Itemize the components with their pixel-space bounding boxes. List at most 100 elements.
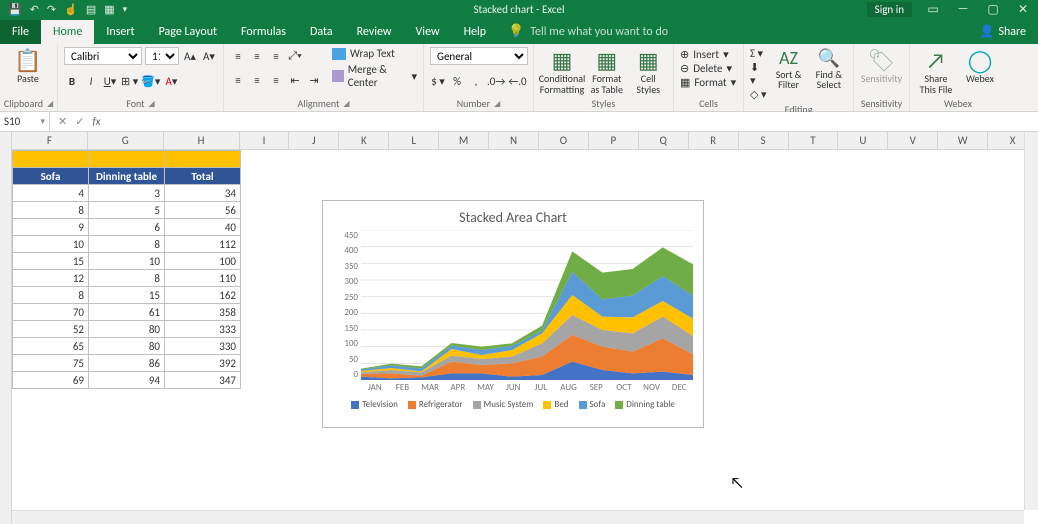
dialog-launcher-icon[interactable]: ◢ [47,99,53,109]
tab-view[interactable]: View [404,20,452,44]
col-header[interactable]: N [489,132,539,150]
tab-data[interactable]: Data [298,20,345,44]
font-family-select[interactable]: Calibri [64,47,142,65]
number-format-select[interactable]: General [430,47,528,65]
col-header[interactable]: T [789,132,839,150]
col-header[interactable]: I [240,132,290,150]
qat-more-icon[interactable]: ▾ [123,4,128,15]
undo-icon[interactable]: ↶ [30,3,39,16]
qat-icon[interactable]: ▦ [104,3,114,16]
dialog-launcher-icon[interactable]: ◢ [494,99,500,109]
data-table: SofaDinning tableTotal433485569640108112… [12,150,241,389]
indent-inc-icon[interactable]: ⇥ [306,71,322,89]
format-button[interactable]: ▦Format ▾ [680,76,736,89]
col-header[interactable]: U [838,132,888,150]
col-header[interactable]: M [439,132,489,150]
col-header[interactable]: G [88,132,164,150]
find-select-button[interactable]: 🔍Find & Select [811,47,847,91]
shrink-font-icon[interactable]: A▾ [201,47,217,65]
font-size-select[interactable]: 11 [145,47,179,65]
col-header[interactable]: O [539,132,589,150]
tell-me-search[interactable]: 💡 Tell me what you want to do [498,19,678,44]
indent-dec-icon[interactable]: ⇤ [287,71,303,89]
tab-page-layout[interactable]: Page Layout [147,20,229,44]
merge-icon [332,70,344,82]
col-header[interactable]: V [888,132,938,150]
cell-styles-button[interactable]: ▦Cell Styles [630,47,668,95]
col-header[interactable]: S [739,132,789,150]
maximize-icon[interactable]: ▢ [978,2,1008,17]
inc-decimal-icon[interactable]: .0→ [487,72,505,90]
col-header[interactable]: K [339,132,389,150]
dialog-launcher-icon[interactable]: ◢ [343,99,349,109]
col-header[interactable]: P [589,132,639,150]
formula-input[interactable] [109,112,1038,131]
save-icon[interactable]: 💾 [8,3,22,16]
font-color-icon[interactable]: A▾ [163,72,179,90]
currency-icon[interactable]: $ ▾ [430,72,446,90]
close-icon[interactable]: ✕ [1008,2,1038,17]
chart-plot-area: 450400350300250200150100500 [333,230,693,380]
format-as-table-button[interactable]: ▦Format as Table [588,47,626,95]
dec-decimal-icon[interactable]: ←.0 [508,72,526,90]
cancel-formula-icon[interactable]: ✕ [58,115,67,128]
ribbon-display-icon[interactable]: ▭ [918,2,948,17]
align-bottom-icon[interactable]: ≡ [268,47,284,65]
italic-icon[interactable]: I [83,72,99,90]
align-left-icon[interactable]: ≡ [230,71,246,89]
wrap-text-button[interactable]: Wrap Text [332,47,417,60]
tab-help[interactable]: Help [452,20,499,44]
merge-center-button[interactable]: Merge & Center ▾ [332,63,417,89]
col-header[interactable]: R [689,132,739,150]
name-box[interactable]: S10 ▾ [0,112,50,131]
column-headers[interactable]: FGHIJKLMNOPQRSTUVWX [12,132,1038,150]
conditional-formatting-button[interactable]: ▦Conditional Formatting [540,47,584,95]
tab-insert[interactable]: Insert [94,20,146,44]
sign-in-button[interactable]: Sign in [867,2,912,17]
minimize-icon[interactable]: — [948,2,978,16]
insert-button[interactable]: ⊕Insert ▾ [680,48,729,61]
fill-color-icon[interactable]: 🪣▾ [141,72,160,90]
tab-home[interactable]: Home [41,20,94,44]
col-header[interactable]: L [389,132,439,150]
horizontal-scrollbar[interactable] [12,510,1024,524]
grow-font-icon[interactable]: A▴ [182,47,198,65]
col-header[interactable]: Q [639,132,689,150]
redo-icon[interactable]: ↷ [47,3,56,16]
row-headers[interactable] [0,132,12,524]
qat-icon[interactable]: ▤ [86,3,96,16]
tab-formulas[interactable]: Formulas [229,20,298,44]
align-right-icon[interactable]: ≡ [268,71,284,89]
share-button[interactable]: 👤 Share [973,19,1032,44]
col-header[interactable]: J [289,132,339,150]
dialog-launcher-icon[interactable]: ◢ [149,99,155,109]
align-center-icon[interactable]: ≡ [249,71,265,89]
fx-icon[interactable]: fx [92,115,100,128]
group-webex: ↗Share This File ◯Webex Webex [910,44,1006,111]
col-header[interactable]: W [938,132,988,150]
tab-review[interactable]: Review [345,20,404,44]
col-header[interactable]: F [12,132,88,150]
autosum-icon[interactable]: Σ ▾ [750,47,766,60]
paste-button[interactable]: 📋Paste [6,47,50,85]
chart-object[interactable]: Stacked Area Chart 450400350300250200150… [322,200,704,428]
touch-mode-icon[interactable]: ☝ [64,3,78,16]
delete-button[interactable]: ⊖Delete ▾ [680,62,732,75]
fill-icon[interactable]: ⬇ ▾ [750,61,766,87]
vertical-scrollbar[interactable] [1024,132,1038,510]
enter-formula-icon[interactable]: ✓ [75,115,84,128]
align-middle-icon[interactable]: ≡ [249,47,265,65]
orientation-icon[interactable]: ⤢▾ [287,47,303,65]
webex-button[interactable]: ◯Webex [960,47,1000,85]
col-header[interactable]: H [164,132,240,150]
border-icon[interactable]: ⊞ ▾ [121,72,138,90]
comma-icon[interactable]: , [468,72,484,90]
percent-icon[interactable]: % [449,72,465,90]
clear-icon[interactable]: ◇ ▾ [750,88,766,101]
bold-icon[interactable]: B [64,72,80,90]
share-file-button[interactable]: ↗Share This File [916,47,956,95]
tab-file[interactable]: File [0,20,41,44]
sort-filter-button[interactable]: AZSort & Filter [770,47,806,91]
align-top-icon[interactable]: ≡ [230,47,246,65]
underline-icon[interactable]: U ▾ [102,72,118,90]
